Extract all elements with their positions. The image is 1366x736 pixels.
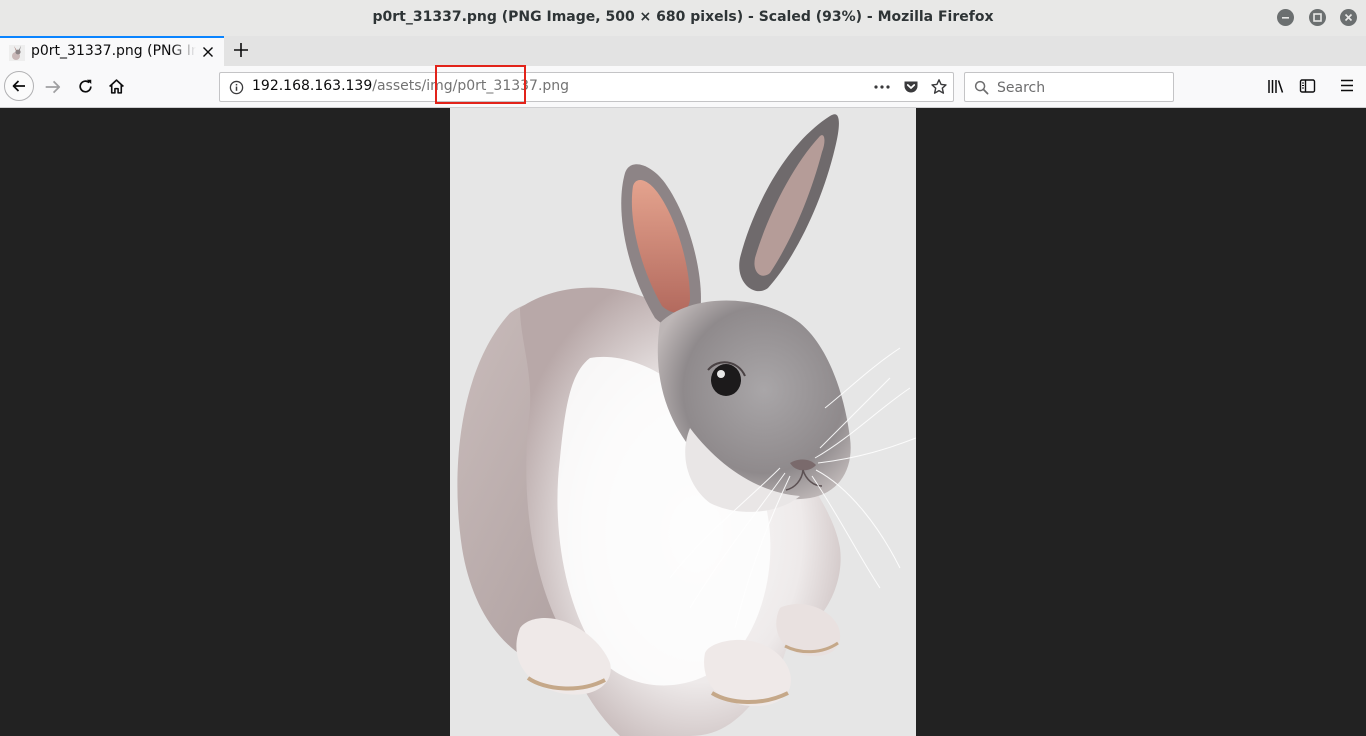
close-icon (1344, 13, 1353, 22)
maximize-icon (1313, 13, 1322, 22)
search-bar[interactable] (964, 72, 1174, 102)
image-frame[interactable] (450, 108, 916, 736)
close-tab-icon[interactable] (202, 46, 214, 58)
tab-active[interactable]: p0rt_31337.png (PNG Image, 500 × 680 pix… (0, 36, 224, 66)
url-text[interactable]: 192.168.163.139/assets/img/p0rt_31337.pn… (252, 78, 569, 94)
tab-label: p0rt_31337.png (PNG Image, 500 × 680 pix… (31, 43, 196, 59)
rabbit-thumbnail-icon (9, 45, 25, 61)
hamburger-menu-icon[interactable] (1339, 78, 1355, 93)
url-host: 192.168.163.139 (252, 78, 373, 94)
close-window-button[interactable] (1340, 9, 1357, 26)
sidebar-icon[interactable] (1299, 78, 1316, 94)
search-input[interactable] (995, 77, 1169, 99)
back-button[interactable] (4, 71, 34, 101)
maximize-button[interactable] (1309, 9, 1326, 26)
window-title: p0rt_31337.png (PNG Image, 500 × 680 pix… (372, 9, 994, 25)
arrow-right-icon[interactable] (44, 78, 62, 96)
new-tab-icon[interactable] (232, 41, 250, 59)
image-viewer (0, 108, 1366, 736)
ellipsis-icon[interactable] (874, 85, 890, 89)
library-icon[interactable] (1267, 78, 1285, 95)
firefox-window: p0rt_31337.png (PNG Image, 500 × 680 pix… (0, 0, 1366, 736)
minimize-button[interactable] (1277, 9, 1294, 26)
home-icon[interactable] (108, 78, 125, 95)
url-bar[interactable]: 192.168.163.139/assets/img/p0rt_31337.pn… (219, 72, 954, 102)
navigation-toolbar: 192.168.163.139/assets/img/p0rt_31337.pn… (0, 66, 1366, 108)
arrow-left-icon (12, 80, 25, 92)
star-icon[interactable] (930, 78, 948, 96)
reload-icon[interactable] (77, 78, 94, 95)
minimize-icon (1282, 17, 1289, 19)
url-path: /assets/img/p0rt_31337.png (372, 78, 570, 94)
search-icon (974, 80, 989, 95)
rabbit-image (457, 114, 916, 736)
info-icon[interactable] (229, 80, 244, 95)
tab-strip: p0rt_31337.png (PNG Image, 500 × 680 pix… (0, 36, 1366, 66)
title-bar: p0rt_31337.png (PNG Image, 500 × 680 pix… (0, 0, 1366, 36)
pocket-icon[interactable] (903, 79, 919, 95)
